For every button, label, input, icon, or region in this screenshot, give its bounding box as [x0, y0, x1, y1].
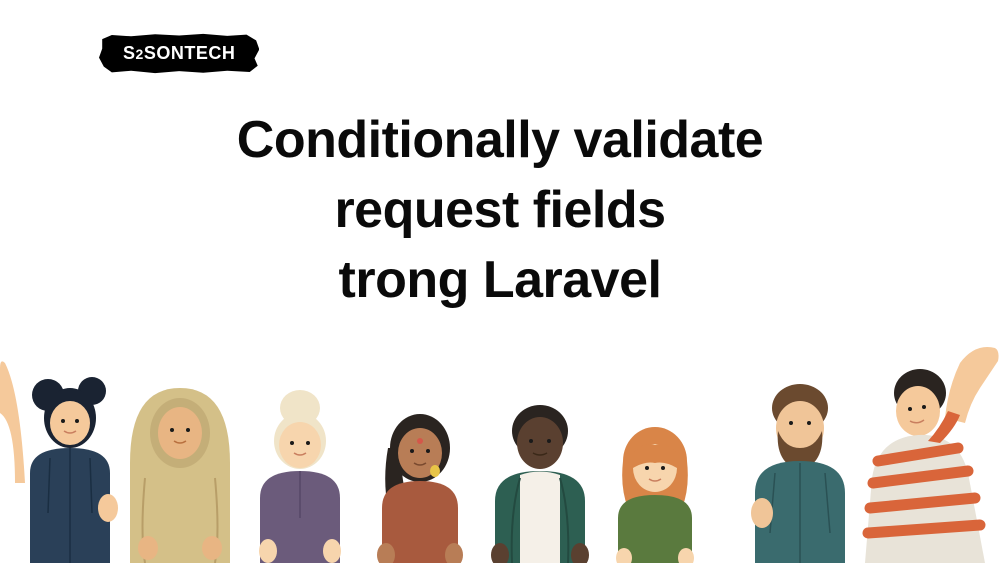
person-5-icon — [491, 405, 589, 563]
title-line-2: request fields — [334, 181, 665, 239]
people-illustration — [0, 333, 1000, 563]
logo-text-prefix: S — [123, 43, 136, 63]
title-line-3: trong Laravel — [339, 251, 662, 309]
person-7-icon — [751, 384, 845, 563]
person-6-icon — [616, 427, 694, 563]
logo-badge: S2SONTECH — [105, 35, 253, 72]
person-2-icon — [130, 388, 230, 563]
person-8-icon — [865, 347, 999, 563]
logo-text-small: 2 — [136, 46, 144, 62]
person-1-icon — [0, 361, 118, 563]
page-title: Conditionally validate request fields tr… — [0, 105, 1000, 316]
title-line-1: Conditionally validate — [237, 111, 763, 169]
logo-text-suffix: SONTECH — [144, 43, 236, 63]
person-3-icon — [259, 390, 341, 563]
person-4-icon — [377, 414, 463, 563]
